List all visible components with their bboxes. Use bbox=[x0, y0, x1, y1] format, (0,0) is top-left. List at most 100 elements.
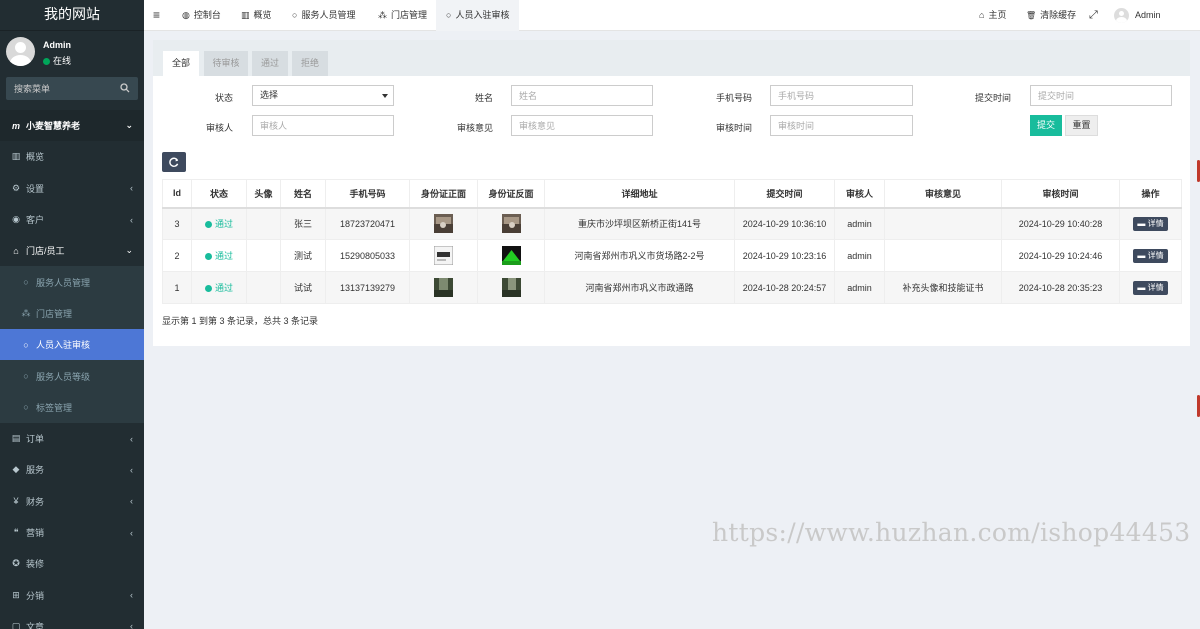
detail-button[interactable]: ▬ 详情 bbox=[1133, 248, 1168, 263]
id-back-thumbnail[interactable] bbox=[501, 278, 521, 297]
tab-staff-review[interactable]: ○ 人员入驻审核 bbox=[436, 0, 520, 31]
sidebar-item-5[interactable]: ○ 服务人员管理 bbox=[0, 266, 144, 298]
clear-cache-button[interactable]: 🗑 清除缓存 bbox=[1026, 0, 1076, 31]
id-back-thumbnail[interactable] bbox=[501, 246, 521, 265]
sidebar-item-11[interactable]: ◆ 服务 ‹ bbox=[0, 454, 144, 485]
tab-all[interactable]: 全部 bbox=[163, 51, 199, 76]
status-dot-icon bbox=[204, 253, 212, 260]
tab-service-staff[interactable]: ○ 服务人员管理 bbox=[292, 0, 355, 31]
cell-avatar bbox=[246, 271, 281, 304]
menu-icon: ⊞ bbox=[12, 589, 20, 600]
user-status: 在线 bbox=[43, 54, 71, 67]
column-header[interactable]: Id bbox=[162, 179, 192, 209]
sidebar-item-10[interactable]: ▤ 订单 ‹ bbox=[0, 423, 144, 454]
status-text: 通过 bbox=[214, 219, 233, 230]
status-select[interactable]: 选择 bbox=[252, 85, 394, 106]
user-status-text: 在线 bbox=[53, 56, 72, 66]
review-time-input[interactable] bbox=[770, 115, 913, 136]
tab-console[interactable]: ◍ 控制台 bbox=[182, 0, 221, 31]
menu-icon: ❝ bbox=[13, 527, 19, 537]
table-row[interactable]: 1 通过 试试 13137139279 河南省郑州市巩义市政通路 2024-10… bbox=[162, 271, 1182, 304]
tab-label: 概览 bbox=[253, 10, 272, 20]
sidebar-item-16[interactable]: ▢ 文章 ‹ bbox=[0, 611, 144, 629]
sidebar-item-4[interactable]: ⌂ 门店/员工 ⌄ bbox=[0, 235, 144, 266]
cell-id-back bbox=[477, 271, 545, 304]
detail-button[interactable]: ▬ 详情 bbox=[1133, 280, 1168, 295]
menu-icon: ⚙ bbox=[11, 182, 21, 193]
sidebar-search bbox=[6, 77, 138, 100]
cell-status: 通过 bbox=[191, 207, 247, 240]
menu-search-input[interactable] bbox=[6, 77, 138, 100]
column-header[interactable]: 提交时间 bbox=[734, 179, 835, 209]
tab-approved[interactable]: 通过 bbox=[252, 51, 288, 76]
column-header[interactable]: 操作 bbox=[1119, 179, 1182, 209]
id-front-thumbnail[interactable] bbox=[434, 278, 453, 297]
opinion-input[interactable] bbox=[511, 115, 653, 136]
column-header[interactable]: 头像 bbox=[246, 179, 281, 209]
content-panel: 全部 待审核 通过 拒绝 状态 选择 姓名 手机号码 提交时间 审核人 审核意见… bbox=[153, 40, 1190, 346]
phone-input[interactable] bbox=[770, 85, 913, 106]
menu-icon: ○ bbox=[23, 277, 29, 288]
sidebar-item-13[interactable]: ❝ 营销 ‹ bbox=[0, 517, 144, 548]
tab-pending[interactable]: 待审核 bbox=[204, 51, 248, 76]
sidebar-item-1[interactable]: ▥ 概览 bbox=[0, 141, 144, 172]
name-input[interactable] bbox=[511, 85, 653, 106]
cell-action: ▬ 详情 bbox=[1119, 239, 1182, 272]
column-header[interactable]: 姓名 bbox=[280, 179, 326, 209]
column-header[interactable]: 详细地址 bbox=[544, 179, 735, 209]
column-header[interactable]: 身份证正面 bbox=[409, 179, 478, 209]
cell-action: ▬ 详情 bbox=[1119, 207, 1182, 240]
refresh-button[interactable] bbox=[162, 152, 186, 172]
cell-status: 通过 bbox=[191, 271, 247, 304]
sidebar-item-9[interactable]: ○ 标签管理 bbox=[0, 391, 144, 423]
sidebar-item-label: 标签管理 bbox=[36, 402, 73, 413]
tab-overview[interactable]: ▥ 概览 bbox=[241, 0, 272, 31]
submit-button[interactable]: 提交 bbox=[1030, 115, 1062, 136]
id-back-thumbnail[interactable] bbox=[501, 214, 521, 234]
reviewer-input[interactable] bbox=[252, 115, 394, 136]
trash-icon: 🗑 bbox=[1026, 11, 1037, 20]
fullscreen-icon[interactable]: ⤢ bbox=[1089, 0, 1098, 31]
column-header[interactable]: 手机号码 bbox=[325, 179, 410, 209]
search-icon[interactable] bbox=[120, 83, 130, 93]
column-header[interactable]: 状态 bbox=[191, 179, 247, 209]
tab-store-management[interactable]: ⁂ 门店管理 bbox=[378, 0, 427, 31]
sidebar-item-8[interactable]: ○ 服务人员等级 bbox=[0, 360, 144, 392]
cell-id-front bbox=[409, 271, 478, 304]
sidebar-item-3[interactable]: ◉ 客户 ‹ bbox=[0, 204, 144, 235]
cell-opinion bbox=[884, 239, 1002, 272]
column-header[interactable]: 审核时间 bbox=[1001, 179, 1120, 209]
table-row[interactable]: 2 通过 测试 15290805033 河南省郑州市巩义市货场路2-2号 202… bbox=[162, 239, 1182, 272]
cell-submit-time: 2024-10-28 20:24:57 bbox=[734, 271, 835, 304]
column-header[interactable]: 审核人 bbox=[834, 179, 885, 209]
sidebar-item-12[interactable]: ¥ 财务 ‹ bbox=[0, 486, 144, 517]
column-header[interactable]: 身份证反面 bbox=[477, 179, 545, 209]
sidebar-item-6[interactable]: ⁂ 门店管理 bbox=[0, 297, 144, 330]
menu-toggle-icon[interactable]: ≡ bbox=[153, 0, 160, 31]
sidebar-item-14[interactable]: ✪ 装修 bbox=[0, 548, 144, 579]
chevron-left-icon: ‹ bbox=[130, 433, 133, 444]
detail-button[interactable]: ▬ 详情 bbox=[1133, 216, 1168, 231]
home-link[interactable]: ⌂ 主页 bbox=[979, 0, 1006, 31]
table-row[interactable]: 3 通过 张三 18723720471 重庆市沙坪坝区新桥正街141号 2024… bbox=[162, 207, 1182, 240]
id-front-thumbnail[interactable] bbox=[434, 246, 453, 265]
menu-icon: ○ bbox=[23, 371, 29, 382]
reset-button[interactable]: 重置 bbox=[1065, 115, 1098, 136]
status-text: 通过 bbox=[214, 283, 233, 293]
site-logo[interactable]: 我的网站 bbox=[0, 0, 144, 31]
tab-rejected[interactable]: 拒绝 bbox=[292, 51, 328, 76]
sidebar-item-7[interactable]: ○ 人员入驻审核 bbox=[0, 329, 144, 361]
chevron-left-icon: ‹ bbox=[130, 496, 133, 507]
id-front-thumbnail[interactable] bbox=[434, 214, 453, 234]
cell-address: 重庆市沙坪坝区新桥正街141号 bbox=[544, 207, 735, 240]
column-header[interactable]: 审核意见 bbox=[884, 179, 1002, 209]
admin-user-menu[interactable]: Admin bbox=[1114, 0, 1161, 31]
sidebar-item-15[interactable]: ⊞ 分销 ‹ bbox=[0, 579, 144, 610]
refresh-icon bbox=[169, 157, 179, 167]
submit-time-input[interactable] bbox=[1030, 85, 1172, 106]
cell-avatar bbox=[246, 239, 281, 272]
detail-label: 详情 bbox=[1147, 282, 1164, 292]
sidebar-item-0[interactable]: m 小麦智慧养老 ⌄ bbox=[0, 110, 144, 142]
sidebar-item-2[interactable]: ⚙ 设置 ‹ bbox=[0, 173, 144, 204]
cell-phone: 15290805033 bbox=[325, 239, 410, 272]
